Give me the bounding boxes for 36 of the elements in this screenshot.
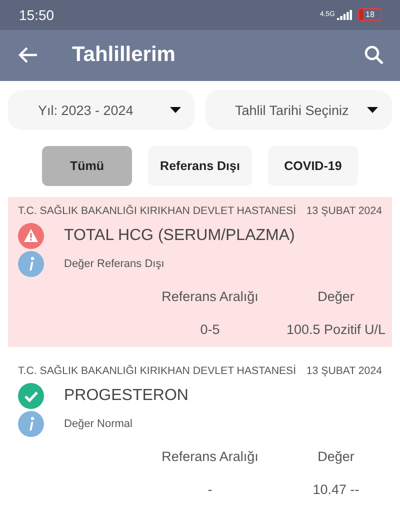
result-date: 13 ŞUBAT 2024 bbox=[306, 205, 382, 217]
filter-tab[interactable]: Referans Dışı bbox=[148, 146, 252, 186]
hospital-name: T.C. SAĞLIK BAKANLIĞI KIRIKHAN DEVLET HASTANESİ bbox=[18, 365, 296, 377]
back-icon[interactable] bbox=[18, 46, 38, 64]
status-time: 15:50 bbox=[19, 6, 54, 23]
result-status: Değer Referans Dışı bbox=[64, 258, 164, 270]
column-header: Referans Aralığı bbox=[162, 289, 258, 304]
search-icon[interactable] bbox=[364, 45, 384, 66]
dropdown-label: Yıl: 2023 - 2024 bbox=[38, 102, 134, 118]
dropdown-label: Tahlil Tarihi Seçiniz bbox=[235, 102, 349, 118]
test-name: PROGESTERON bbox=[64, 387, 188, 405]
column-header: Değer bbox=[318, 289, 354, 304]
info-icon bbox=[18, 411, 44, 437]
test-name: TOTAL HCG (SERUM/PLAZMA) bbox=[64, 227, 295, 245]
dropdown[interactable]: Tahlil Tarihi Seçiniz bbox=[205, 90, 392, 130]
caret-icon bbox=[367, 107, 378, 113]
result-card[interactable]: T.C. SAĞLIK BAKANLIĞI KIRIKHAN DEVLET HASTANESİ 13 ŞUBAT 2024 TOTAL HCG (SERUM/PLAZMA) Değer Referans Dışı Referans Aralığı Değer 0-5 100.5 Pozitif U/L bbox=[8, 197, 392, 347]
result-status: Değer Normal bbox=[64, 418, 132, 430]
result-date: 13 ŞUBAT 2024 bbox=[306, 365, 382, 377]
battery-icon: 18 bbox=[358, 8, 382, 22]
result-value: 100.5 Pozitif U/L bbox=[286, 322, 386, 337]
warning-icon bbox=[18, 223, 44, 249]
hospital-name: T.C. SAĞLIK BAKANLIĞI KIRIKHAN DEVLET HASTANESİ bbox=[18, 205, 296, 217]
dropdown[interactable]: Yıl: 2023 - 2024 bbox=[8, 90, 195, 130]
signal-icon bbox=[337, 9, 353, 20]
column-header: Değer bbox=[318, 449, 354, 464]
caret-icon bbox=[170, 107, 181, 113]
result-value: 10.47 -- bbox=[312, 482, 360, 497]
screen-title: Tahlillerim bbox=[72, 43, 176, 68]
reference-range: - bbox=[208, 482, 212, 497]
column-header: Referans Aralığı bbox=[162, 449, 258, 464]
reference-range: 0-5 bbox=[200, 322, 220, 337]
filter-tab[interactable]: COVID-19 bbox=[268, 146, 358, 186]
check-icon bbox=[18, 383, 44, 409]
filter-tab[interactable]: Tümü bbox=[42, 146, 132, 186]
info-icon bbox=[18, 251, 44, 277]
